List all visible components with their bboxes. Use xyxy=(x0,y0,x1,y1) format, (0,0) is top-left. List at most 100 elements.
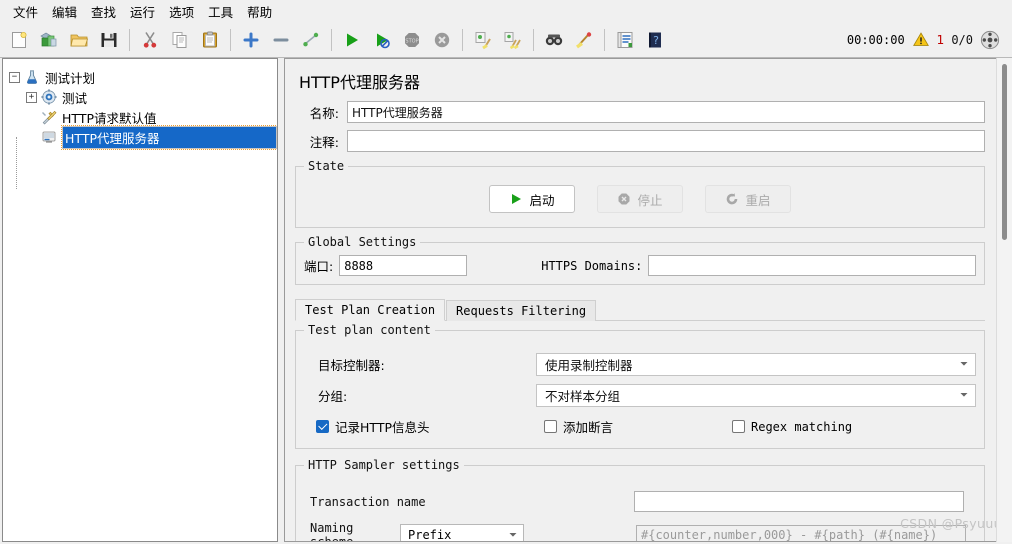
tree-node-test-plan[interactable]: − 测试计划 xyxy=(9,67,277,87)
naming-scheme-row: Naming scheme Prefix ⏷ #{counter,number,… xyxy=(304,521,976,542)
search-icon[interactable] xyxy=(540,26,568,54)
restart-arrow-icon xyxy=(725,192,739,206)
target-controller-value: 使用录制控制器 xyxy=(545,358,633,373)
thread-group-gear-icon xyxy=(40,89,58,105)
add-assertions-checkbox[interactable] xyxy=(544,420,557,433)
global-settings-group: Global Settings 端口: HTTPS Domains: xyxy=(295,235,985,285)
panel-content: HTTP代理服务器 名称: 注释: State 启动 xyxy=(285,59,995,542)
menu-run[interactable]: 运行 xyxy=(123,0,162,23)
name-field-row: 名称: xyxy=(295,101,985,123)
collapse-all-icon[interactable] xyxy=(267,26,295,54)
state-group: State 启动 停止 重启 xyxy=(295,159,985,228)
target-controller-label: 目标控制器: xyxy=(318,358,385,373)
start-proxy-button[interactable]: 启动 xyxy=(489,185,575,213)
toolbar-separator xyxy=(230,28,231,51)
toolbar-separator xyxy=(604,28,605,51)
open-folder-icon[interactable] xyxy=(65,26,93,54)
port-input[interactable] xyxy=(339,255,468,276)
naming-scheme-select[interactable]: Prefix ⏷ xyxy=(400,523,524,541)
save-icon[interactable] xyxy=(95,26,123,54)
menu-bar: 文件 编辑 查找 运行 选项 工具 帮助 xyxy=(0,0,1012,22)
http-sampler-settings-legend: HTTP Sampler settings xyxy=(304,458,464,472)
naming-pattern-placeholder: #{counter,number,000} - #{path} (#{name}… xyxy=(641,528,938,542)
shutdown-icon[interactable] xyxy=(428,26,456,54)
http-proxy-settings-panel: HTTP代理服务器 名称: 注释: State 启动 xyxy=(284,58,1010,542)
menu-file[interactable]: 文件 xyxy=(6,0,45,23)
toolbar-separator xyxy=(462,28,463,51)
settings-tab-bar: Test Plan Creation Requests Filtering xyxy=(295,299,985,321)
target-controller-select[interactable]: 使用录制控制器 ⏷ xyxy=(536,353,976,376)
tree-label: HTTP请求默认值 xyxy=(62,110,157,126)
tree-toggle-collapse-icon[interactable]: − xyxy=(9,71,20,83)
menu-edit[interactable]: 编辑 xyxy=(45,0,84,23)
toggle-icon[interactable] xyxy=(297,26,325,54)
tree-toggle-none xyxy=(26,132,37,143)
tree-toggle-expand-icon[interactable]: + xyxy=(26,91,37,103)
grouping-label: 分组: xyxy=(318,389,348,404)
toolbar-separator xyxy=(331,28,332,51)
clear-all-icon[interactable] xyxy=(499,26,527,54)
global-settings-legend: Global Settings xyxy=(304,235,421,249)
warning-triangle-icon[interactable] xyxy=(912,31,930,48)
right-panel-scrollbar[interactable] xyxy=(996,58,1012,542)
checkbox-row: 记录HTTP信息头 添加断言 Regex matching xyxy=(304,417,976,436)
menu-help[interactable]: 帮助 xyxy=(240,0,279,23)
start-no-timers-icon[interactable] xyxy=(368,26,396,54)
https-domains-input[interactable] xyxy=(648,255,976,276)
stop-octagon-icon xyxy=(617,192,631,206)
clear-icon[interactable] xyxy=(469,26,497,54)
restart-proxy-button[interactable]: 重启 xyxy=(705,185,791,213)
comment-input[interactable] xyxy=(347,130,985,152)
help-icon[interactable]: ? xyxy=(641,26,669,54)
transaction-name-input[interactable] xyxy=(634,491,964,512)
tree-node-thread-group[interactable]: + 测试 xyxy=(26,87,277,107)
tab-requests-filtering[interactable]: Requests Filtering xyxy=(446,300,597,321)
new-file-icon[interactable] xyxy=(5,26,33,54)
toolbar-status: 00:00:00 1 0/0 xyxy=(847,30,1008,50)
chevron-down-icon: ⏷ xyxy=(509,529,517,541)
tab-test-plan-creation[interactable]: Test Plan Creation xyxy=(295,299,446,321)
menu-options[interactable]: 选项 xyxy=(162,0,201,23)
test-plan-tree-panel[interactable]: − 测试计划 + 测试 HTTP请求默认值 HTTP代理服务器 xyxy=(2,58,278,542)
capture-headers-checkbox-item[interactable]: 记录HTTP信息头 xyxy=(316,417,544,436)
capture-headers-checkbox[interactable] xyxy=(316,420,329,433)
regex-matching-checkbox-item[interactable]: Regex matching xyxy=(732,420,852,434)
menu-tools[interactable]: 工具 xyxy=(201,0,240,23)
grouping-select[interactable]: 不对样本分组 ⏷ xyxy=(536,384,976,407)
thread-ratio: 0/0 xyxy=(951,32,973,47)
remote-engine-icon[interactable] xyxy=(980,30,1000,50)
chevron-down-icon: ⏷ xyxy=(960,390,968,401)
stop-icon[interactable]: STOP xyxy=(398,26,426,54)
cut-icon[interactable] xyxy=(136,26,164,54)
state-buttons-row: 启动 停止 重启 xyxy=(304,179,976,217)
tree-node-http-proxy-server[interactable]: HTTP代理服务器 xyxy=(26,124,277,150)
reset-search-icon[interactable] xyxy=(570,26,598,54)
expand-all-icon[interactable] xyxy=(237,26,265,54)
start-icon[interactable] xyxy=(338,26,366,54)
transaction-name-row: Transaction name xyxy=(304,491,976,512)
templates-icon[interactable] xyxy=(35,26,63,54)
naming-pattern-field[interactable]: #{counter,number,000} - #{path} (#{name}… xyxy=(636,524,966,542)
jmeter-window: 文件 编辑 查找 运行 选项 工具 帮助 STOP ? 00:00:00 1 0… xyxy=(0,0,1012,544)
elapsed-time: 00:00:00 xyxy=(846,32,905,47)
scrollbar-thumb[interactable] xyxy=(1002,64,1007,240)
stop-proxy-button[interactable]: 停止 xyxy=(597,185,683,213)
regex-matching-checkbox[interactable] xyxy=(732,420,745,433)
transaction-name-label: Transaction name xyxy=(310,494,426,509)
paste-icon[interactable] xyxy=(196,26,224,54)
add-assertions-checkbox-item[interactable]: 添加断言 xyxy=(544,417,732,436)
name-input[interactable] xyxy=(347,101,985,123)
http-proxy-server-icon xyxy=(40,129,58,145)
svg-text:STOP: STOP xyxy=(405,38,418,44)
function-helper-icon[interactable] xyxy=(611,26,639,54)
comment-label: 注释: xyxy=(309,134,339,150)
restart-proxy-label: 重启 xyxy=(745,192,771,208)
copy-icon[interactable] xyxy=(166,26,194,54)
test-plan-content-legend: Test plan content xyxy=(304,323,435,337)
toolbar: STOP ? 00:00:00 1 0/0 xyxy=(0,22,1012,58)
tree-label: 测试计划 xyxy=(45,70,96,86)
menu-search[interactable]: 查找 xyxy=(84,0,123,23)
chevron-down-icon: ⏷ xyxy=(960,359,968,370)
tree-node-http-defaults[interactable]: HTTP请求默认值 xyxy=(26,107,277,127)
https-domains-label: HTTPS Domains: xyxy=(541,258,643,273)
